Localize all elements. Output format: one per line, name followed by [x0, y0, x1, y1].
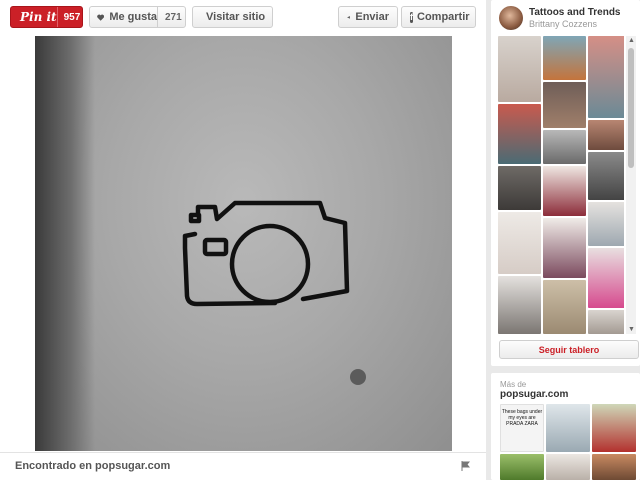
- like-button[interactable]: Me gusta 271: [89, 6, 186, 28]
- board-thumbnail[interactable]: [498, 166, 541, 210]
- board-thumbnail[interactable]: [498, 36, 541, 102]
- follow-board-button[interactable]: Seguir tablero: [499, 340, 639, 359]
- scroll-up-icon[interactable]: ▲: [628, 37, 635, 44]
- camera-tattoo-drawing: [182, 200, 366, 385]
- board-thumbnail[interactable]: [498, 212, 541, 274]
- pin-detail-panel: Pin it 957 Me gusta 271 Visitar sitio En…: [0, 0, 486, 480]
- board-thumbnail[interactable]: [543, 280, 586, 334]
- more-thumbnail[interactable]: [546, 454, 590, 480]
- share-label: Compartir: [417, 11, 470, 23]
- visit-site-button[interactable]: Visitar sitio: [192, 6, 273, 28]
- pin-it-label: Pin it: [20, 10, 57, 24]
- more-thumbnail[interactable]: These bags under my eyes are PRADA ZARA: [500, 404, 544, 452]
- board-header[interactable]: Tattoos and Trends Brittany Cozzens: [499, 6, 634, 32]
- board-thumbnail[interactable]: [498, 276, 541, 334]
- board-card: Tattoos and Trends Brittany Cozzens ▲ ▼ …: [491, 0, 640, 366]
- pin-it-button[interactable]: Pin it 957: [10, 6, 83, 28]
- board-thumbnail[interactable]: [588, 36, 624, 118]
- sidebar: Tattoos and Trends Brittany Cozzens ▲ ▼ …: [491, 0, 640, 480]
- board-thumbnail[interactable]: [543, 36, 586, 80]
- scroll-down-icon[interactable]: ▼: [628, 326, 635, 333]
- more-from-label: Más de: [500, 380, 527, 389]
- more-thumbnail[interactable]: [546, 404, 590, 452]
- send-icon: [347, 15, 351, 19]
- scrollbar-thumb[interactable]: [628, 48, 634, 168]
- thumbnail-scrollbar[interactable]: ▲ ▼: [626, 36, 636, 334]
- visit-site-label: Visitar sitio: [206, 11, 266, 23]
- board-thumbnail[interactable]: [588, 120, 624, 150]
- share-button[interactable]: f Compartir: [401, 6, 476, 28]
- flag-icon[interactable]: [461, 461, 470, 471]
- board-thumbnail[interactable]: [498, 104, 541, 164]
- board-thumbnail[interactable]: [543, 130, 586, 164]
- pin-image[interactable]: [35, 36, 452, 451]
- more-thumbnail-text: These bags under my eyes are PRADA ZARA: [501, 409, 543, 427]
- board-thumbnails: [498, 36, 624, 334]
- board-title[interactable]: Tattoos and Trends: [529, 7, 621, 18]
- like-label: Me gusta: [109, 11, 157, 23]
- send-button[interactable]: Enviar: [338, 6, 398, 28]
- avatar[interactable]: [499, 6, 523, 30]
- like-label-wrap: Me gusta: [90, 7, 158, 27]
- more-thumbnail[interactable]: [500, 454, 544, 480]
- pin-toolbar: Pin it 957 Me gusta 271 Visitar sitio En…: [0, 0, 486, 36]
- board-thumbnail[interactable]: [588, 248, 624, 308]
- more-from-card: Más de popsugar.com These bags under my …: [491, 373, 640, 480]
- board-thumbnail[interactable]: [543, 82, 586, 128]
- heart-icon: [97, 14, 105, 21]
- pin-count: 957: [56, 7, 87, 27]
- board-user[interactable]: Brittany Cozzens: [529, 19, 597, 29]
- like-count: 271: [165, 11, 182, 23]
- facebook-icon: f: [410, 11, 413, 23]
- pin-footer: Encontrado en popsugar.com: [0, 452, 486, 480]
- found-on-link[interactable]: Encontrado en popsugar.com: [15, 460, 170, 472]
- more-thumbnail[interactable]: [592, 454, 636, 480]
- send-label: Enviar: [355, 11, 389, 23]
- board-thumbnail[interactable]: [588, 152, 624, 200]
- more-thumbnail[interactable]: [592, 404, 636, 452]
- more-from-site[interactable]: popsugar.com: [500, 389, 568, 400]
- board-thumbnail[interactable]: [543, 166, 586, 216]
- board-thumbnail[interactable]: [588, 310, 624, 334]
- board-thumbnail[interactable]: [543, 218, 586, 278]
- board-thumbnail[interactable]: [588, 202, 624, 246]
